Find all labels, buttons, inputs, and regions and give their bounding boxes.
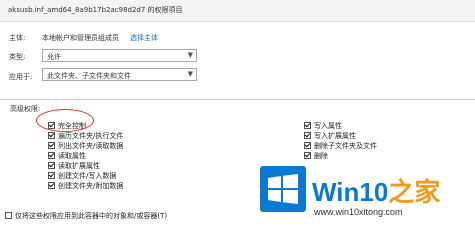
perm-read-attributes[interactable]: 读取属性 bbox=[48, 151, 86, 160]
perm-delete-subfolders-files[interactable]: 删除子文件夹及文件 bbox=[304, 141, 377, 150]
window-title: aksusb.inf_amd64_8a9b17b2ac98d2d7 的权限项目 bbox=[8, 6, 183, 14]
type-select[interactable]: 允许 ▼ bbox=[42, 49, 197, 62]
principal-value: 本地帐户和管理员组成员 bbox=[42, 34, 119, 42]
principal-label: 主体: bbox=[9, 34, 26, 42]
perm-label: 遍历文件夹/执行文件 bbox=[58, 131, 124, 140]
perm-label: 读取扩展属性 bbox=[58, 161, 100, 170]
brand-accent: 之家 bbox=[388, 177, 441, 207]
type-label: 类型: bbox=[9, 53, 26, 61]
perm-traverse-execute[interactable]: 遍历文件夹/执行文件 bbox=[48, 131, 123, 140]
annotation-circle bbox=[36, 109, 94, 132]
chevron-down-icon: ▼ bbox=[187, 70, 193, 78]
applies-to-label: 应用于: bbox=[9, 73, 33, 81]
perm-write-attributes[interactable]: 写入属性 bbox=[304, 121, 342, 130]
watermark-url: www.win10xitong.com bbox=[314, 207, 403, 217]
perm-label: 删除子文件夹及文件 bbox=[314, 141, 377, 150]
perm-write-extended-attributes[interactable]: 写入扩展属性 bbox=[304, 131, 356, 140]
perm-label: 删除 bbox=[314, 151, 328, 160]
checkbox[interactable] bbox=[48, 162, 55, 169]
checkbox[interactable] bbox=[48, 172, 55, 179]
checkbox[interactable] bbox=[48, 132, 55, 139]
checkbox[interactable] bbox=[48, 182, 55, 189]
checkbox[interactable] bbox=[48, 152, 55, 159]
perm-read-extended-attributes[interactable]: 读取扩展属性 bbox=[48, 161, 100, 170]
apply-to-container-option[interactable]: 仅将这些权限应用到此容器中的对象和/或容器(T) bbox=[5, 211, 167, 220]
checkbox[interactable] bbox=[304, 142, 311, 149]
applies-to-select[interactable]: 此文件夹、子文件夹和文件 ▼ bbox=[42, 68, 197, 81]
perm-create-folders-append-data[interactable]: 创建文件夹/附加数据 bbox=[48, 181, 123, 190]
perm-label: 创建文件夹/附加数据 bbox=[58, 181, 124, 190]
windows-logo-icon bbox=[268, 174, 298, 204]
advanced-permissions-label: 高级权限: bbox=[10, 105, 41, 113]
perm-label: 读取属性 bbox=[58, 151, 86, 160]
checkbox[interactable] bbox=[304, 122, 311, 129]
perm-label: 列出文件夹/读取数据 bbox=[58, 141, 124, 150]
watermark-brand: Win10之家 bbox=[312, 172, 440, 209]
checkbox[interactable] bbox=[5, 212, 12, 219]
chevron-down-icon: ▼ bbox=[187, 51, 193, 59]
checkbox[interactable] bbox=[304, 152, 311, 159]
apply-option-label: 仅将这些权限应用到此容器中的对象和/或容器(T) bbox=[15, 211, 168, 220]
perm-list-read-data[interactable]: 列出文件夹/读取数据 bbox=[48, 141, 123, 150]
checkbox[interactable] bbox=[48, 142, 55, 149]
perm-create-files-write-data[interactable]: 创建文件/写入数据 bbox=[48, 171, 116, 180]
perm-delete[interactable]: 删除 bbox=[304, 151, 328, 160]
perm-label: 写入扩展属性 bbox=[314, 131, 356, 140]
perm-label: 创建文件/写入数据 bbox=[58, 171, 117, 180]
title-bar: aksusb.inf_amd64_8a9b17b2ac98d2d7 的权限项目 bbox=[0, 0, 475, 22]
select-principal-link[interactable]: 选择主体 bbox=[130, 33, 158, 43]
watermark-logo bbox=[260, 166, 306, 212]
type-select-value: 允许 bbox=[47, 53, 61, 61]
brand-main: Win10 bbox=[312, 177, 389, 207]
applies-to-select-value: 此文件夹、子文件夹和文件 bbox=[47, 72, 131, 80]
perm-label: 写入属性 bbox=[314, 121, 342, 130]
checkbox[interactable] bbox=[304, 132, 311, 139]
